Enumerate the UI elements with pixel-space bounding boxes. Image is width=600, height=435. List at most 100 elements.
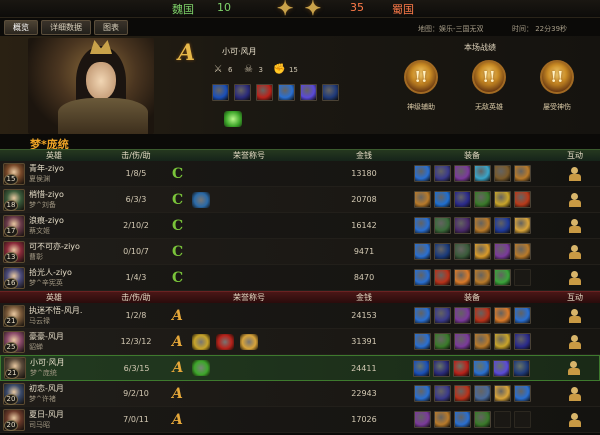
equipment-item-icon[interactable] [453,411,471,428]
equipment-item-icon[interactable] [256,84,273,101]
equipment-item-icon[interactable] [433,385,451,402]
equipment-item-icon[interactable] [493,165,511,182]
equipment-item-icon[interactable] [472,359,490,377]
equipment-item-icon[interactable] [433,217,451,234]
equipment-item-icon[interactable] [433,333,451,350]
equipment-item-icon[interactable] [433,307,451,324]
equipment-item-icon[interactable] [322,84,339,101]
equipment-item-icon[interactable] [473,217,491,234]
equipment-item-icon[interactable] [513,243,531,260]
equipment-item-icon[interactable] [453,165,471,182]
tab-charts[interactable]: 图表 [94,20,128,35]
player-row[interactable]: 17 浪痕-ziyo 蔡文姬 2/10/2 C 16142 [0,213,600,239]
assists-value: 15 [288,66,298,74]
equipment-item-icon[interactable] [413,411,431,428]
equipment-item-icon[interactable] [493,307,511,324]
honor-title-icon[interactable] [192,191,210,208]
hero-portrait [28,38,154,134]
thumbs-up-icon[interactable] [568,270,582,286]
equipment-item-icon[interactable] [413,217,431,234]
honor-title-icon[interactable] [216,333,234,350]
equipment-item-icon[interactable] [453,191,471,208]
equipment-item-icon[interactable] [473,165,491,182]
equipment-item-icon[interactable] [493,191,511,208]
thumbs-up-icon[interactable] [568,244,582,260]
badge-support[interactable]: !! 神级辅助 [398,60,444,112]
player-row[interactable]: 20 夏日-风月 司马昭 7/0/11 A 17026 [0,407,600,433]
tab-details[interactable]: 详细数据 [41,20,91,35]
equipment-item-icon[interactable] [412,359,430,377]
honor-title-icon[interactable] [192,333,210,350]
equipment-item-icon[interactable] [493,333,511,350]
equipment-item-icon[interactable] [453,307,471,324]
thumbs-up-icon[interactable] [568,386,582,402]
tab-overview[interactable]: 概览 [4,20,38,35]
equipment-item-icon[interactable] [433,165,451,182]
equipment-item-icon[interactable] [413,243,431,260]
equipment-item-icon[interactable] [512,359,530,377]
equipment-item-icon[interactable] [493,243,511,260]
honor-title-icon[interactable] [192,360,211,376]
thumbs-up-icon[interactable] [567,360,581,376]
equipment-item-icon[interactable] [413,307,431,324]
empty-item-slot[interactable] [493,411,511,428]
equipment-item-icon[interactable] [413,333,431,350]
equipment-item-icon[interactable] [473,307,491,324]
thumbs-up-icon[interactable] [568,334,582,350]
equipment-item-icon[interactable] [513,191,531,208]
thumbs-up-icon[interactable] [568,412,582,428]
thumbs-up-icon[interactable] [568,218,582,234]
player-row[interactable]: 18 梢惜-ziyo 梦^刘备 6/3/3 C 20708 [0,187,600,213]
equipment-item-icon[interactable] [278,84,295,101]
thumbs-up-icon[interactable] [568,192,582,208]
equipment-item-icon[interactable] [513,307,531,324]
equipment-item-icon[interactable] [433,191,451,208]
equipment-item-icon[interactable] [513,333,531,350]
equipment-item-icon[interactable] [473,411,491,428]
equipment-item-icon[interactable] [513,385,531,402]
equipment-item-icon[interactable] [212,84,229,101]
equipment-item-icon[interactable] [473,191,491,208]
thumbs-up-icon[interactable] [568,166,582,182]
player-row[interactable]: 21 小可·风月 梦^庞统 6/3/15 A 24411 [0,355,600,381]
player-row[interactable]: 13 可不可亦-ziyo 曹彰 0/10/7 C 9471 [0,239,600,265]
badge-hero[interactable]: !! 无敌英雄 [466,60,512,112]
equipment-item-icon[interactable] [473,385,491,402]
equipment-item-icon[interactable] [413,385,431,402]
player-row[interactable]: 20 初恋-风月 梦^许褚 9/2/10 A 22943 [0,381,600,407]
gold-value: 13180 [351,169,377,178]
equipment-item-icon[interactable] [513,217,531,234]
equipment-item-icon[interactable] [300,84,317,101]
equipment-item-icon[interactable] [453,217,471,234]
equipment-item-icon[interactable] [493,385,511,402]
equipment-item-icon[interactable] [413,191,431,208]
badge-injury[interactable]: !! 屡受神伤 [534,60,580,112]
equipment-item-icon[interactable] [413,269,431,286]
player-row[interactable]: 15 青年-ziyo 夏侯渊 1/8/5 C 13180 [0,161,600,187]
equipment-item-icon[interactable] [473,243,491,260]
equipment-item-icon[interactable] [453,243,471,260]
equipment-item-icon[interactable] [433,243,451,260]
equipment-item-icon[interactable] [433,411,451,428]
player-row[interactable]: 25 豪豪-风月 貂蝉 12/3/12 A 31391 [0,329,600,355]
player-row[interactable]: 16 拾光人-ziyo 梦^辛宪英 1/4/3 C 8470 [0,265,600,291]
equipment-item-icon[interactable] [433,269,451,286]
equipment-item-icon[interactable] [473,269,491,286]
equipment-item-icon[interactable] [492,359,510,377]
equipment-item-icon[interactable] [493,269,511,286]
equipment-item-icon[interactable] [453,385,471,402]
equipment-item-icon[interactable] [453,333,471,350]
player-row[interactable]: 21 执迷不悟-风月. 马云禄 1/2/8 A 24153 [0,303,600,329]
equipment-item-icon[interactable] [493,217,511,234]
equipment-item-icon[interactable] [452,359,470,377]
equipment-item-icon[interactable] [432,359,450,377]
empty-item-slot[interactable] [513,269,531,286]
equipment-item-icon[interactable] [413,165,431,182]
honor-title-icon[interactable] [240,333,258,350]
equipment-item-icon[interactable] [234,84,251,101]
equipment-item-icon[interactable] [473,333,491,350]
equipment-item-icon[interactable] [453,269,471,286]
equipment-item-icon[interactable] [513,165,531,182]
thumbs-up-icon[interactable] [568,308,582,324]
empty-item-slot[interactable] [513,411,531,428]
